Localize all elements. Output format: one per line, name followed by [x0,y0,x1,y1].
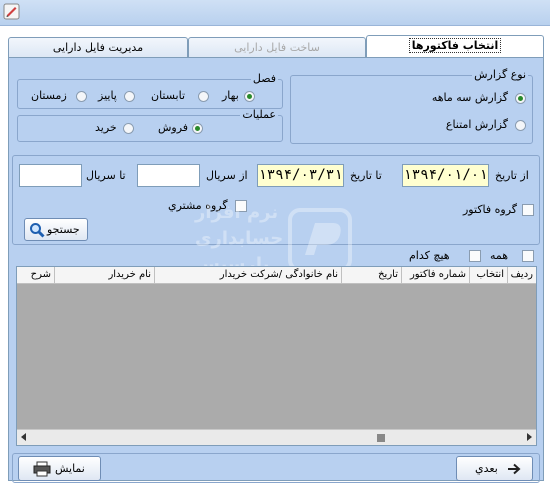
tab-build-asset-file[interactable]: ساخت فایل دارایی [188,37,366,59]
show-print-button[interactable]: نمایش [18,456,101,481]
next-button[interactable]: بعدي [456,456,533,481]
search-button[interactable]: جستجو [24,218,88,241]
from-date-input[interactable]: ۱۳۹۴/۰۱/۰۱ [402,164,489,187]
group-legend: نوع گزارش [472,68,528,81]
show-button-label: نمایش [55,462,85,475]
invoice-grid[interactable]: ردیف انتخاب شماره فاکتور تاریخ نام خانوا… [16,266,537,446]
radio-autumn-label: پاییز [98,89,117,102]
to-serial-label: تا سریال [86,169,126,182]
radio-winter-label: زمستان [31,89,67,102]
radio-refusal-label: گزارش امتناع [445,118,508,131]
title-bar [0,0,550,26]
radio-autumn[interactable] [124,91,135,102]
scroll-right-icon[interactable] [527,433,532,441]
radio-refusal[interactable] [515,120,526,131]
watermark-line1: نرم افزار [195,202,279,223]
logo-icon [288,208,352,272]
select-all-checkbox[interactable] [522,250,534,262]
scroll-thumb[interactable] [377,434,385,442]
to-serial-input[interactable] [19,164,82,187]
select-none-label: هیچ کدام [409,249,450,262]
select-none-checkbox[interactable] [469,250,481,262]
operations-group: عملیات فروش خرید [17,109,283,142]
radio-spring-label: بهار [222,89,239,102]
from-date-label: از تاریخ [495,169,529,182]
invoice-group-label: گروه فاکتور [463,203,518,216]
tab-label: مدیریت فایل دارایی [52,41,144,54]
col-header-invoice-number[interactable]: شماره فاکتور [401,267,469,283]
arrow-right-icon [508,463,521,475]
to-date-input[interactable]: ۱۳۹۴/۰۳/۳۱ [257,164,344,187]
watermark-line2: حسابداری [195,228,284,249]
group-legend: عملیات [240,108,278,121]
col-header-description[interactable]: شرح [17,267,54,283]
tab-label: انتخاب فاکتورها [408,38,502,53]
radio-winter[interactable] [76,91,87,102]
radio-sale[interactable] [192,123,203,134]
col-header-buyer-company[interactable]: نام خانوادگی /شرکت خریدار [154,267,341,283]
from-serial-label: از سریال [206,169,248,182]
search-icon [30,223,45,238]
radio-sale-label: فروش [158,121,189,134]
printer-icon [33,461,51,477]
radio-quarterly-label: گزارش سه ماهه [431,91,508,104]
grid-horizontal-scrollbar[interactable] [17,429,536,445]
tab-label: ساخت فایل دارایی [234,41,320,54]
radio-summer-label: تابستان [151,89,186,102]
radio-purchase[interactable] [123,123,134,134]
radio-summer[interactable] [198,91,209,102]
radio-purchase-label: خرید [95,121,117,134]
season-group: فصل بهار تابستان پاییز زمستان [17,73,283,109]
col-header-select[interactable]: انتخاب [469,267,507,283]
invoice-group-checkbox[interactable] [522,204,534,216]
from-serial-input[interactable] [137,164,200,187]
col-header-buyer-name[interactable]: نام خریدار [54,267,154,283]
grid-header: ردیف انتخاب شماره فاکتور تاریخ نام خانوا… [17,267,536,284]
report-type-group: نوع گزارش گزارش سه ماهه گزارش امتناع [290,69,533,144]
group-legend: فصل [250,72,278,85]
col-header-date[interactable]: تاریخ [341,267,401,283]
next-button-label: بعدي [475,462,498,475]
col-header-row-no[interactable]: ردیف [507,267,536,283]
app-icon [3,3,20,20]
select-all-label: همه [490,249,509,262]
tab-manage-asset-file[interactable]: مدیریت فایل دارایی [8,37,188,59]
search-button-label: جستجو [47,223,80,236]
radio-spring[interactable] [244,91,255,102]
tab-select-invoices[interactable]: انتخاب فاکتورها [366,35,544,59]
to-date-label: تا تاریخ [350,169,382,182]
scroll-left-icon[interactable] [21,433,26,441]
radio-quarterly[interactable] [515,93,526,104]
